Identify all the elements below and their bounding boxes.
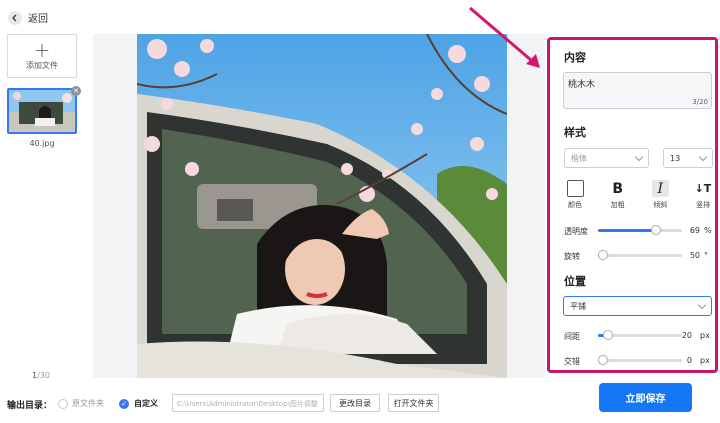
- stagger-unit: px: [700, 356, 710, 365]
- size-value: 13: [670, 153, 681, 163]
- vertical-text-icon: ↓T: [694, 182, 712, 195]
- content-char-count: 3/20: [692, 98, 708, 106]
- opacity-unit: %: [704, 226, 712, 235]
- output-directory-label: 输出目录：: [7, 401, 53, 411]
- italic-button[interactable]: I 倾斜: [649, 180, 671, 210]
- color-label: 颜色: [568, 201, 582, 209]
- slider-handle[interactable]: [651, 225, 661, 235]
- opacity-value: 69: [689, 226, 700, 235]
- preview-image: [137, 34, 507, 378]
- page-total: /30: [37, 371, 50, 380]
- annotation-arrow-icon: [469, 6, 540, 68]
- watermark-settings-panel: 内容 桃木木 3/20 样式 楷体 13 颜色 B 加粗 I 倾斜 ↓T 竖排 …: [547, 37, 718, 373]
- rotate-slider[interactable]: [598, 249, 682, 261]
- custom-folder-label: 自定义: [134, 399, 158, 408]
- radio-custom-folder[interactable]: ✓ 自定义: [119, 398, 158, 409]
- position-value: 平铺: [570, 301, 586, 311]
- spacing-slider[interactable]: [598, 329, 682, 341]
- back-label: 返回: [28, 14, 48, 25]
- rotate-value: 50: [689, 251, 700, 260]
- back-button[interactable]: 返回: [8, 10, 48, 25]
- page-counter: 1/30: [32, 371, 50, 380]
- spacing-label: 间距: [564, 332, 580, 341]
- thumbnail-filename: 40.jpg: [29, 139, 55, 148]
- content-text: 桃木木: [568, 80, 596, 90]
- rotate-unit: °: [704, 251, 708, 260]
- position-select[interactable]: 平铺: [563, 296, 712, 316]
- chevron-down-icon: [634, 152, 644, 161]
- bold-icon: B: [612, 180, 623, 197]
- position-title: 位置: [564, 275, 586, 288]
- bold-button[interactable]: B 加粗: [607, 180, 629, 210]
- radio-checked-icon: ✓: [119, 398, 129, 409]
- image-thumbnail[interactable]: [7, 88, 77, 134]
- add-file-button[interactable]: + 添加文件: [7, 34, 77, 78]
- chevron-left-icon: [8, 10, 22, 25]
- save-now-button[interactable]: 立即保存: [599, 383, 692, 412]
- add-file-label: 添加文件: [26, 60, 58, 70]
- thumbnail-image: [9, 90, 75, 132]
- italic-label: 倾斜: [653, 201, 668, 209]
- slider-handle[interactable]: [598, 250, 608, 260]
- opacity-label: 透明度: [564, 227, 588, 236]
- spacing-value: 20: [681, 331, 692, 340]
- radio-original-folder[interactable]: 原文件夹: [58, 398, 104, 409]
- slider-handle[interactable]: [603, 330, 613, 340]
- opacity-slider[interactable]: [598, 224, 682, 236]
- vertical-text-button[interactable]: ↓T 竖排: [692, 180, 714, 210]
- remove-thumbnail-icon[interactable]: ✕: [71, 86, 81, 96]
- bold-label: 加粗: [610, 201, 625, 209]
- original-folder-label: 原文件夹: [72, 399, 104, 408]
- font-select[interactable]: 楷体: [564, 148, 649, 168]
- content-title: 内容: [564, 51, 586, 64]
- vertical-text-label: 竖排: [695, 201, 710, 209]
- style-buttons: 颜色 B 加粗 I 倾斜 ↓T 竖排: [564, 180, 714, 210]
- color-swatch-icon: [566, 180, 584, 197]
- spacing-unit: px: [700, 331, 710, 340]
- style-title: 样式: [564, 126, 586, 139]
- italic-icon: I: [651, 180, 669, 197]
- chevron-down-icon: [697, 300, 707, 309]
- font-size-select[interactable]: 13: [663, 148, 713, 168]
- slider-handle[interactable]: [598, 355, 608, 365]
- stagger-label: 交错: [564, 357, 580, 366]
- plus-icon: +: [33, 37, 51, 62]
- font-value: 楷体: [571, 153, 587, 163]
- radio-unchecked-icon: [58, 398, 68, 409]
- stagger-value: 0: [686, 356, 692, 365]
- color-button[interactable]: 颜色: [564, 180, 586, 210]
- chevron-down-icon: [698, 152, 708, 161]
- output-path-input[interactable]: C:\Users\Administrator\Desktop\图片调整: [172, 394, 324, 412]
- change-directory-button[interactable]: 更改目录: [330, 394, 380, 412]
- rotate-label: 旋转: [564, 252, 580, 261]
- open-folder-button[interactable]: 打开文件夹: [388, 394, 439, 412]
- content-textarea[interactable]: 桃木木 3/20: [563, 72, 712, 109]
- stagger-slider[interactable]: [598, 354, 682, 366]
